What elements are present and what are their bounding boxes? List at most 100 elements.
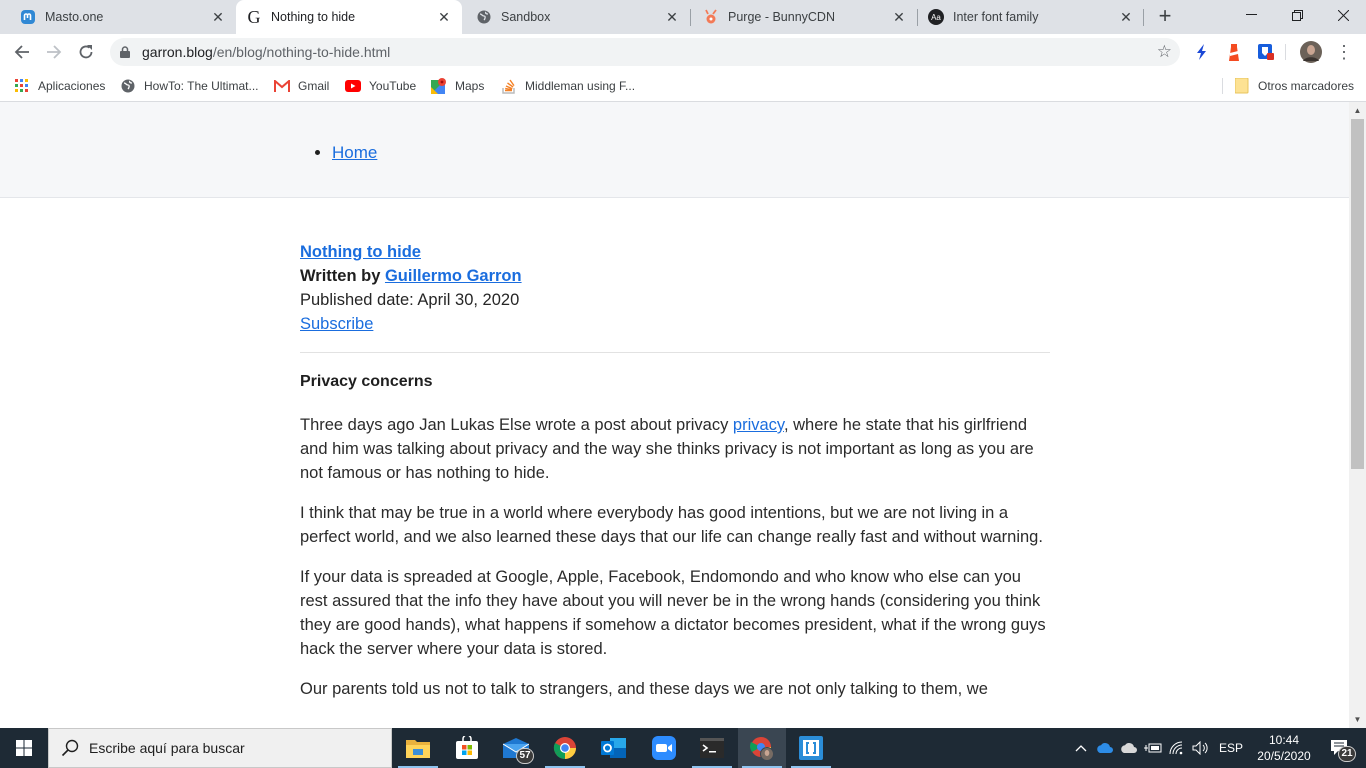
- aa-icon: Aa: [928, 9, 944, 25]
- tab-separator: [1143, 9, 1144, 26]
- close-window-button[interactable]: [1320, 0, 1366, 30]
- bookmark-youtube[interactable]: YouTube: [345, 76, 416, 96]
- reload-button[interactable]: [74, 40, 98, 64]
- lock-icon: [120, 45, 130, 63]
- zoom-icon: [652, 736, 676, 760]
- tab-inter-font-family[interactable]: Aa Inter font family ✕: [918, 0, 1144, 34]
- site-nav: Home: [316, 143, 377, 163]
- paragraph-1: Three days ago Jan Lukas Else wrote a po…: [300, 413, 1050, 485]
- tab-close-icon[interactable]: ✕: [891, 9, 907, 25]
- tab-title: Inter font family: [953, 10, 1039, 24]
- globe-icon: [120, 78, 136, 94]
- post-title-link[interactable]: Nothing to hide: [300, 243, 421, 261]
- bookmark-label: HowTo: The Ultimat...: [144, 79, 259, 93]
- onedrive-blue-icon[interactable]: [1094, 728, 1116, 768]
- tab-close-icon[interactable]: ✕: [436, 9, 452, 25]
- mail-app[interactable]: 57: [492, 728, 540, 768]
- byline: Written by Guillermo Garron: [300, 264, 1050, 288]
- youtube-icon: [345, 78, 361, 94]
- file-explorer-app[interactable]: [394, 728, 442, 768]
- page-scrollbar[interactable]: ▲ ▼: [1349, 102, 1366, 728]
- bitwarden-extension-icon[interactable]: [1256, 42, 1276, 62]
- microsoft-store-icon: [456, 736, 478, 759]
- apps-grid-icon: [14, 78, 30, 94]
- bookmark-maps[interactable]: Maps: [431, 76, 484, 96]
- bookmark-gmail[interactable]: Gmail: [274, 76, 329, 96]
- nav-home-link[interactable]: Home: [332, 143, 377, 162]
- chrome-app[interactable]: [541, 728, 589, 768]
- onedrive-gray-icon[interactable]: [1118, 728, 1140, 768]
- paragraph-3: If your data is spreaded at Google, Appl…: [300, 568, 1046, 658]
- tab-strip: Masto.one ✕ G Nothing to hide ✕ Sandbox …: [0, 0, 1366, 34]
- gmail-icon: [274, 78, 290, 94]
- wifi-icon[interactable]: [1166, 728, 1188, 768]
- minimize-button[interactable]: [1228, 0, 1274, 30]
- bookmarks-separator: [1222, 78, 1223, 94]
- tab-close-icon[interactable]: ✕: [664, 9, 680, 25]
- volume-icon[interactable]: [1190, 728, 1212, 768]
- tab-nothing-to-hide[interactable]: G Nothing to hide ✕: [236, 0, 462, 34]
- bookmark-star-icon[interactable]: ☆: [1157, 43, 1172, 61]
- toolbar-separator: [1285, 44, 1286, 60]
- author-link[interactable]: Guillermo Garron: [385, 267, 522, 285]
- bookmark-label: Aplicaciones: [38, 79, 106, 93]
- header-divider: [300, 352, 1050, 353]
- bookmark-label: YouTube: [369, 79, 417, 93]
- restore-button[interactable]: [1274, 0, 1320, 30]
- chrome-menu-icon[interactable]: ⋮: [1334, 42, 1354, 62]
- tab-title: Purge - BunnyCDN: [728, 10, 835, 24]
- tab-masto-one[interactable]: Masto.one ✕: [0, 0, 236, 34]
- tab-close-icon[interactable]: ✕: [1118, 9, 1134, 25]
- brackets-icon: [799, 736, 823, 760]
- forward-arrow-icon: [47, 45, 62, 59]
- back-button[interactable]: [10, 40, 34, 64]
- stackoverflow-icon: [501, 78, 517, 94]
- site-header: Home: [0, 102, 1349, 198]
- folder-icon: [1234, 78, 1250, 94]
- url-path: /en/blog/nothing-to-hide.html: [212, 44, 391, 60]
- tab-title: Sandbox: [501, 10, 551, 24]
- chrome-profile-icon: [750, 737, 774, 761]
- search-placeholder: Escribe aquí para buscar: [89, 740, 245, 756]
- start-button[interactable]: [0, 728, 48, 768]
- bookmark-middleman[interactable]: Middleman using F...: [501, 76, 635, 96]
- brackets-app[interactable]: [787, 728, 835, 768]
- tab-title: Nothing to hide: [271, 10, 356, 24]
- input-language-indicator[interactable]: ESP: [1214, 728, 1248, 768]
- action-center-button[interactable]: 21: [1320, 728, 1360, 768]
- scroll-up-arrow-icon[interactable]: ▲: [1349, 102, 1366, 119]
- tab-sandbox[interactable]: Sandbox ✕: [462, 0, 690, 34]
- paragraph-2: I think that may be true in a world wher…: [300, 504, 1043, 546]
- microsoft-store-app[interactable]: [443, 728, 491, 768]
- system-clock[interactable]: 10:44 20/5/2020: [1252, 732, 1316, 764]
- show-hidden-icons-chevron-icon[interactable]: [1070, 728, 1092, 768]
- bookmark-aplicaciones[interactable]: Aplicaciones: [14, 76, 105, 96]
- taskbar-search-box[interactable]: Escribe aquí para buscar: [48, 728, 392, 768]
- bookmarks-bar: Aplicaciones HowTo: The Ultimat... Gmail…: [0, 70, 1366, 102]
- written-by-label: Written by: [300, 267, 381, 285]
- forward-button[interactable]: [42, 40, 66, 64]
- bookmark-otros-marcadores[interactable]: Otros marcadores: [1234, 76, 1354, 96]
- subscribe-link[interactable]: Subscribe: [300, 315, 373, 333]
- terminal-app[interactable]: [688, 728, 736, 768]
- outlook-app[interactable]: [590, 728, 638, 768]
- bookmark-howto[interactable]: HowTo: The Ultimat...: [120, 76, 258, 96]
- new-tab-button[interactable]: +: [1154, 5, 1176, 28]
- chrome-profile-app[interactable]: [738, 728, 786, 768]
- privacy-link[interactable]: privacy: [733, 416, 784, 434]
- battery-charging-icon[interactable]: [1142, 728, 1164, 768]
- tab-close-icon[interactable]: ✕: [210, 9, 226, 25]
- paragraph-text: Three days ago Jan Lukas Else wrote a po…: [300, 416, 733, 434]
- lightning-extension-icon[interactable]: [1192, 42, 1212, 62]
- scroll-down-arrow-icon[interactable]: ▼: [1349, 711, 1366, 728]
- url-text[interactable]: garron.blog/en/blog/nothing-to-hide.html: [142, 44, 390, 60]
- reload-icon: [79, 45, 93, 59]
- profile-avatar[interactable]: [1299, 40, 1323, 64]
- zoom-app[interactable]: [640, 728, 688, 768]
- address-bar[interactable]: garron.blog/en/blog/nothing-to-hide.html…: [110, 38, 1180, 66]
- scrollbar-thumb[interactable]: [1351, 119, 1364, 469]
- tab-purge-bunnycdn[interactable]: Purge - BunnyCDN ✕: [691, 0, 917, 34]
- lighthouse-extension-icon[interactable]: [1224, 42, 1244, 62]
- clock-time: 10:44: [1268, 733, 1300, 747]
- published-date: Published date: April 30, 2020: [300, 291, 520, 309]
